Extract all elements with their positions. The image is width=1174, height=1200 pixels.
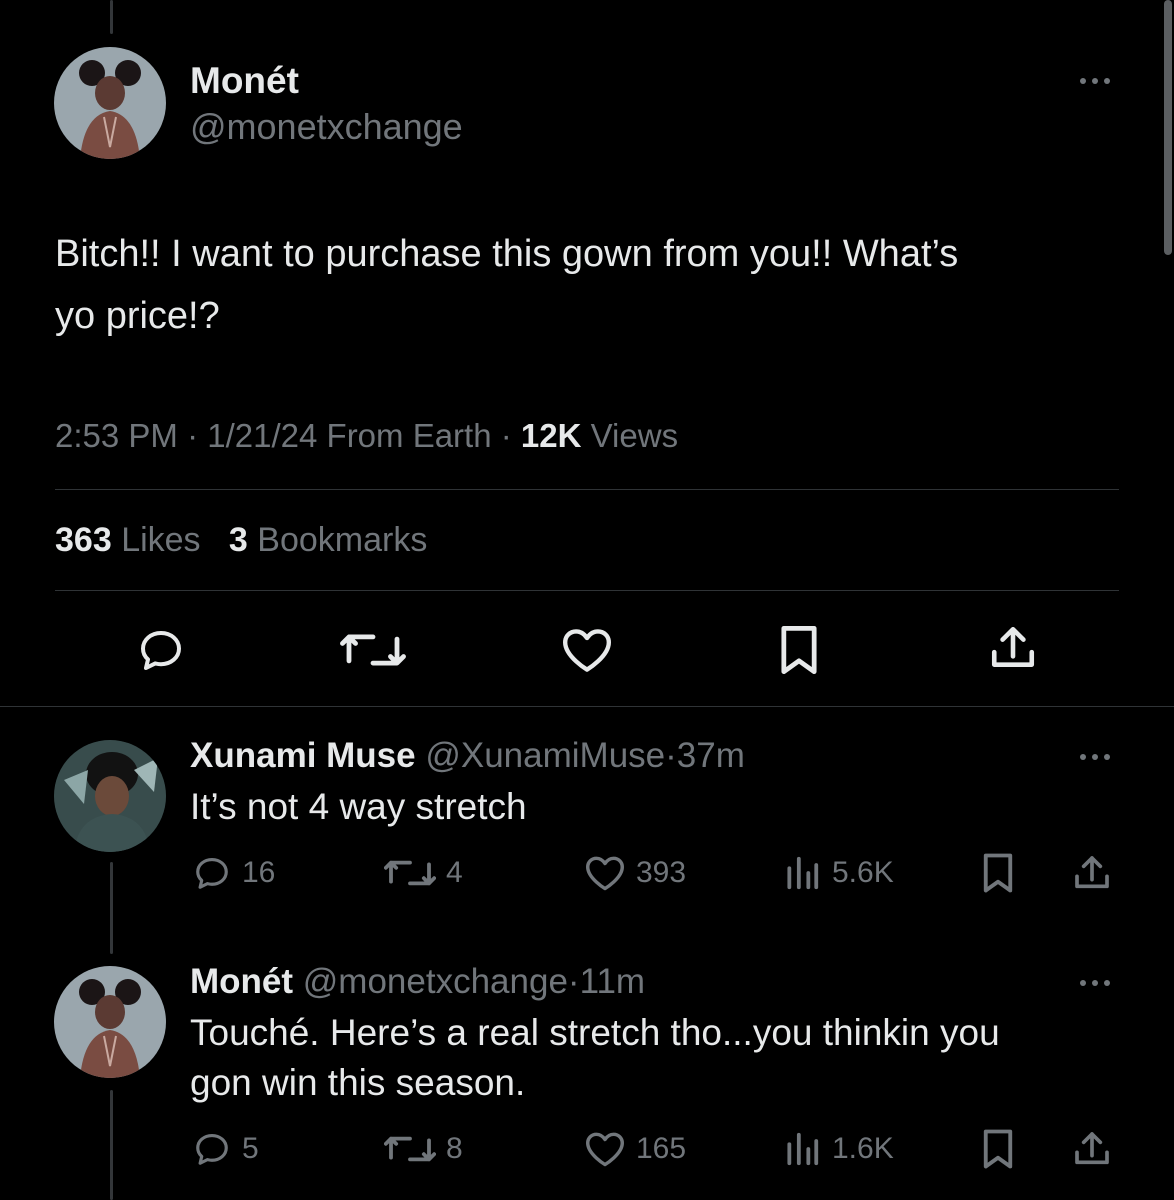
like-button[interactable]: [560, 626, 614, 674]
reply-header: Monét @monetxchange·11m: [190, 960, 645, 1004]
reply-button[interactable]: 5: [192, 1130, 259, 1168]
like-count: 165: [636, 1132, 687, 1165]
tweet-source: From Earth: [326, 417, 492, 454]
share-button[interactable]: [1072, 852, 1112, 894]
reply-count: 5: [242, 1132, 259, 1165]
reply-text-line-2: gon win this season.: [190, 1062, 526, 1103]
tweet-meta: 2:53 PM · 1/21/24 From Earth · 12K Views: [55, 414, 678, 458]
share-button[interactable]: [1072, 1128, 1112, 1170]
bar-chart-icon: [787, 856, 819, 890]
retweet-button[interactable]: 8: [384, 1130, 463, 1168]
reply-button[interactable]: 16: [192, 854, 275, 892]
heart-icon: [586, 1132, 624, 1167]
author-name[interactable]: Monét: [190, 962, 293, 1001]
thread-line-reply1: [110, 862, 113, 954]
bar-chart-icon: [787, 1132, 819, 1166]
more-options-icon[interactable]: [1073, 976, 1117, 990]
avatar[interactable]: [54, 966, 166, 1078]
speech-bubble-icon: [196, 1133, 228, 1165]
stat-likes[interactable]: 363 Likes: [55, 521, 210, 559]
retweet-arrows-icon: [340, 634, 406, 666]
bookmarks-label: Bookmarks: [257, 521, 428, 559]
thread-line-top: [110, 0, 113, 34]
avatar[interactable]: [54, 740, 166, 852]
reply-header: Xunami Muse @XunamiMuse·37m: [190, 734, 745, 778]
meta-separator: ·: [665, 736, 677, 775]
author-handle[interactable]: @XunamiMuse: [425, 736, 665, 775]
like-count: 393: [636, 856, 687, 889]
section-divider: [0, 706, 1174, 707]
author-handle[interactable]: @monetxchange: [190, 106, 463, 148]
like-button[interactable]: 393: [584, 854, 686, 892]
bookmark-icon: [983, 1129, 1013, 1169]
bookmark-button[interactable]: [980, 1128, 1016, 1170]
author-name[interactable]: Monét: [190, 60, 299, 102]
engagement-stats: 363 Likes 3 Bookmarks: [55, 518, 427, 562]
author-handle[interactable]: @monetxchange: [303, 962, 568, 1001]
speech-bubble-icon: [141, 631, 181, 670]
scrollbar[interactable]: [1164, 0, 1172, 255]
retweet-button[interactable]: [340, 626, 406, 674]
stat-bookmarks[interactable]: 3 Bookmarks: [229, 521, 427, 559]
avatar[interactable]: [54, 47, 166, 159]
retweet-count: 4: [446, 856, 463, 889]
divider: [55, 489, 1119, 490]
retweet-arrows-icon: [384, 1136, 436, 1162]
meta-separator: ·: [500, 417, 512, 454]
views-count: 5.6K: [832, 856, 894, 889]
reply-text-line-1: It’s not 4 way stretch: [190, 786, 527, 827]
retweet-count: 8: [446, 1132, 463, 1165]
divider: [55, 590, 1119, 591]
share-upload-icon: [1075, 1132, 1109, 1165]
share-upload-icon: [991, 626, 1035, 667]
share-button[interactable]: [988, 622, 1038, 674]
reply-button[interactable]: [136, 626, 186, 674]
tweet-text-line-2: yo price!?: [55, 295, 220, 337]
heart-icon: [586, 856, 624, 891]
tweet-text-line-1: Bitch!! I want to purchase this gown fro…: [55, 233, 959, 275]
views-label: Views: [590, 417, 679, 454]
bookmark-button[interactable]: [776, 624, 822, 676]
thread-line-reply2: [110, 1090, 113, 1200]
tweet-time[interactable]: 2:53 PM: [55, 417, 178, 454]
bookmarks-count: 3: [228, 521, 248, 559]
meta-separator: ·: [567, 962, 580, 1001]
reply-count: 16: [242, 856, 276, 889]
tweet-date[interactable]: 1/21/24: [207, 417, 317, 454]
share-upload-icon: [1075, 856, 1109, 889]
like-button[interactable]: 165: [584, 1130, 686, 1168]
speech-bubble-icon: [196, 857, 228, 889]
more-options-icon[interactable]: [1073, 750, 1117, 764]
views-button[interactable]: 1.6K: [782, 1130, 894, 1168]
meta-separator: ·: [187, 417, 199, 454]
views-button[interactable]: 5.6K: [782, 854, 894, 892]
reply-time[interactable]: 37m: [677, 736, 745, 775]
bookmark-icon: [781, 625, 817, 675]
likes-count: 363: [55, 521, 112, 559]
reply-text-line-1: Touché. Here’s a real stretch tho...you …: [190, 1012, 1000, 1053]
views-count: 12K: [520, 417, 582, 454]
heart-icon: [563, 629, 611, 672]
author-name[interactable]: Xunami Muse: [190, 736, 416, 775]
retweet-button[interactable]: 4: [384, 854, 463, 892]
views-count: 1.6K: [832, 1132, 894, 1165]
bookmark-button[interactable]: [980, 852, 1016, 894]
more-options-icon[interactable]: [1073, 74, 1117, 88]
bookmark-icon: [983, 853, 1013, 893]
retweet-arrows-icon: [384, 860, 436, 886]
reply-time[interactable]: 11m: [580, 962, 646, 1001]
likes-label: Likes: [121, 521, 201, 559]
